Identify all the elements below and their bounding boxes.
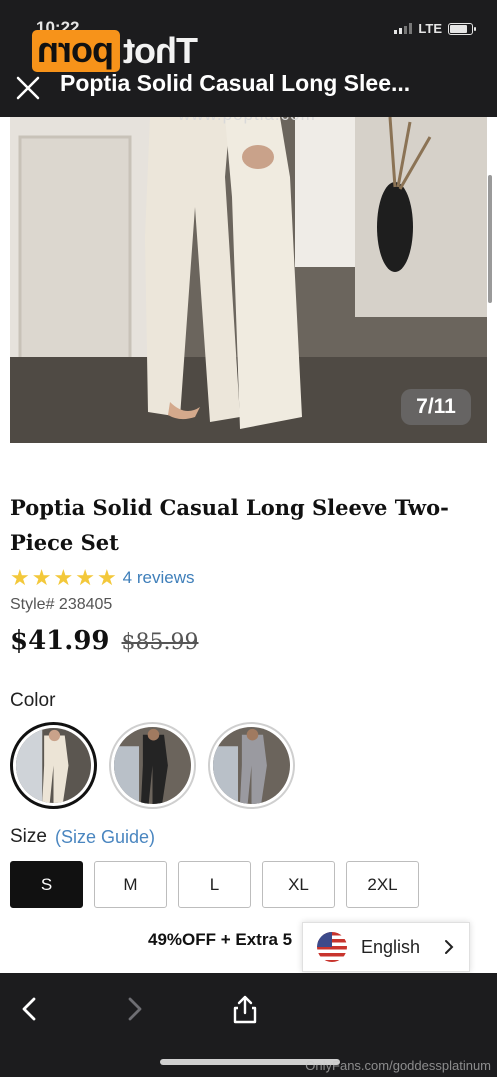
size-options: S M L XL 2XL bbox=[10, 861, 419, 908]
star-icon: ★ bbox=[53, 565, 74, 590]
original-price: $85.99 bbox=[121, 630, 199, 655]
price: $41.99 bbox=[10, 626, 110, 656]
color-swatch-beige[interactable] bbox=[10, 722, 97, 809]
watermark-logo-part2: porn bbox=[32, 29, 120, 72]
size-option-xl[interactable]: XL bbox=[262, 861, 335, 908]
rating: ★ ★ ★ ★ ★ 4 reviews bbox=[10, 567, 194, 589]
forward-button[interactable] bbox=[118, 993, 150, 1025]
size-row: Size (Size Guide) bbox=[10, 826, 155, 848]
size-option-m[interactable]: M bbox=[94, 861, 167, 908]
page: 10:22 LTE porn Thot Poptia Solid Casual … bbox=[0, 0, 497, 1077]
image-counter: 7/11 bbox=[401, 389, 471, 425]
swatch-image bbox=[114, 727, 191, 804]
language-selector[interactable]: English bbox=[302, 922, 470, 972]
swatch-image bbox=[213, 727, 290, 804]
top-bar: 10:22 LTE porn Thot Poptia Solid Casual … bbox=[0, 0, 497, 117]
star-rating: ★ ★ ★ ★ ★ bbox=[10, 567, 117, 589]
size-label: Size bbox=[10, 826, 47, 847]
color-swatches bbox=[10, 722, 295, 809]
product-photo[interactable]: www.poptia.com 7/11 bbox=[10, 117, 487, 443]
onlyfans-watermark: OnlyFans.com/goddessplatinum bbox=[305, 1058, 491, 1073]
star-icon: ★ bbox=[31, 565, 52, 590]
color-swatch-gray[interactable] bbox=[208, 722, 295, 809]
product-title: Poptia Solid Casual Long Sleeve Two-Piec… bbox=[10, 495, 449, 555]
network-label: LTE bbox=[418, 21, 442, 36]
swatch-image bbox=[16, 728, 91, 803]
color-label: Color bbox=[10, 690, 56, 711]
close-icon bbox=[16, 76, 40, 100]
star-icon: ★ bbox=[96, 565, 117, 590]
size-option-s[interactable]: S bbox=[10, 861, 83, 908]
style-number: Style# 238405 bbox=[10, 596, 113, 613]
color-swatch-black[interactable] bbox=[109, 722, 196, 809]
size-option-l[interactable]: L bbox=[178, 861, 251, 908]
share-button[interactable] bbox=[229, 993, 261, 1025]
page-title: Poptia Solid Casual Long Slee... bbox=[60, 70, 411, 96]
chevron-left-icon bbox=[22, 997, 36, 1021]
photo-site-watermark: www.poptia.com bbox=[178, 117, 316, 125]
size-option-2xl[interactable]: 2XL bbox=[346, 861, 419, 908]
size-guide-link[interactable]: (Size Guide) bbox=[55, 827, 155, 848]
close-button[interactable] bbox=[14, 74, 42, 102]
battery-icon bbox=[448, 22, 476, 35]
language-label: English bbox=[361, 936, 421, 957]
watermark-logo: porn Thot bbox=[32, 29, 198, 72]
us-flag-icon bbox=[317, 932, 347, 962]
promo-banner: 49%OFF + Extra 5 bbox=[148, 930, 293, 949]
price-block: $41.99 $85.99 bbox=[10, 626, 199, 656]
share-icon bbox=[233, 995, 257, 1024]
chevron-right-icon bbox=[445, 940, 454, 954]
reviews-link[interactable]: 4 reviews bbox=[123, 568, 195, 588]
back-button[interactable] bbox=[14, 993, 46, 1025]
scroll-indicator[interactable] bbox=[488, 175, 492, 303]
watermark-logo-part1: Thot bbox=[123, 30, 198, 71]
signal-icon bbox=[394, 23, 413, 34]
chevron-right-icon bbox=[128, 997, 142, 1021]
star-icon: ★ bbox=[75, 565, 95, 590]
star-icon: ★ bbox=[10, 565, 30, 590]
status-icons: LTE bbox=[394, 21, 476, 36]
